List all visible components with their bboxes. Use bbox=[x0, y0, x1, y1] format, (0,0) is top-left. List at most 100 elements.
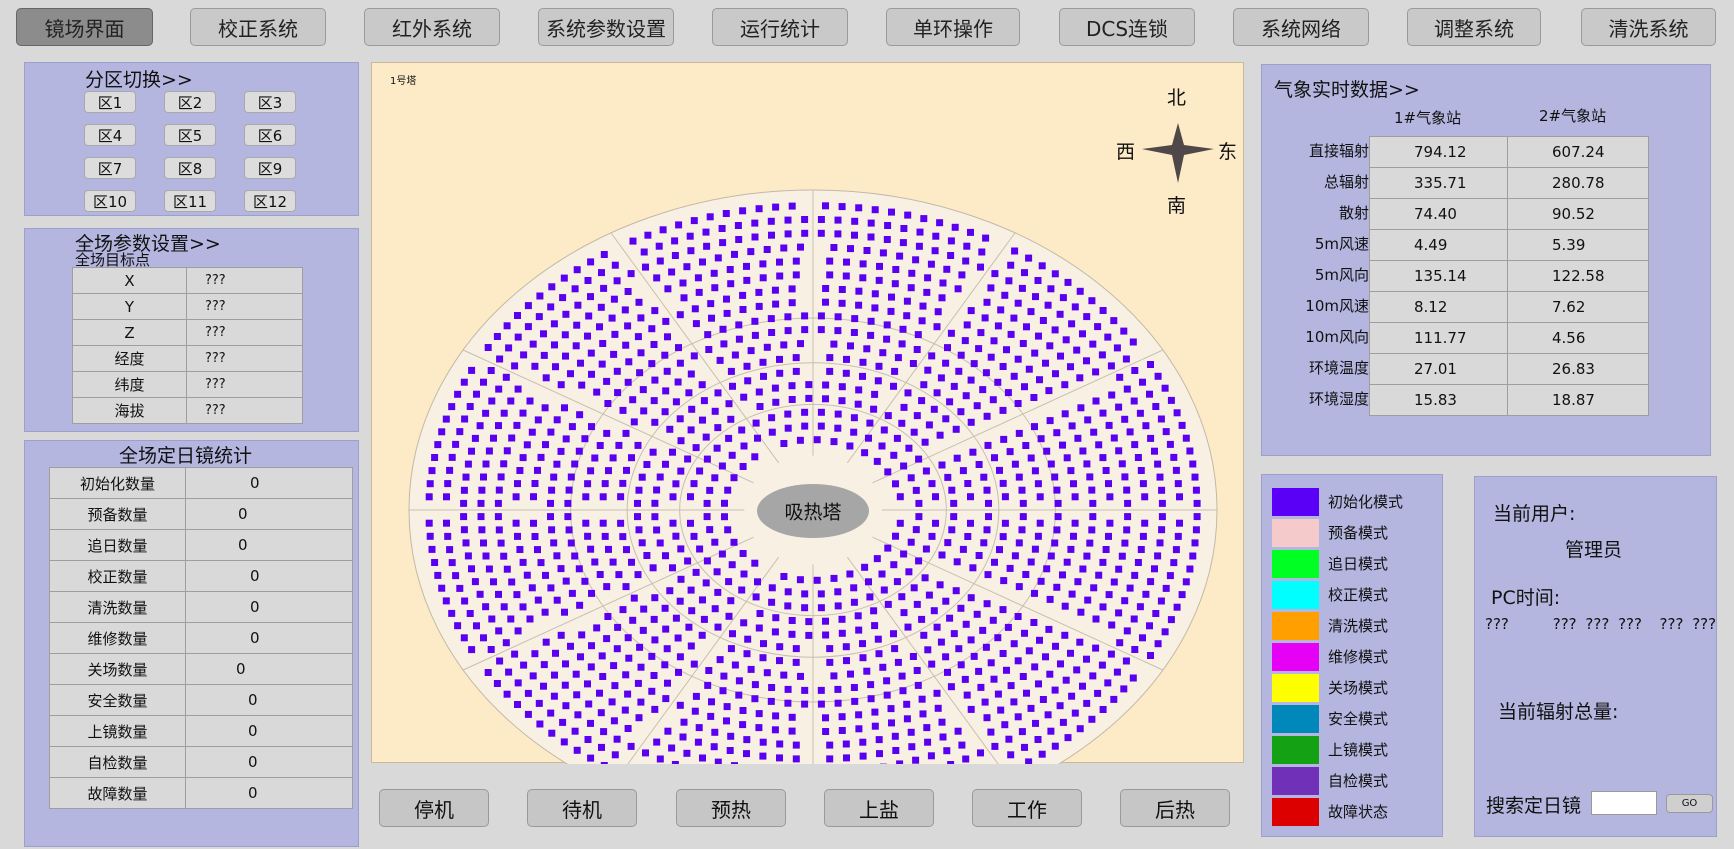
heliostat-mirror[interactable] bbox=[559, 294, 567, 302]
post-heat-button[interactable]: 后热 bbox=[1120, 789, 1230, 827]
heliostat-mirror[interactable] bbox=[952, 587, 960, 595]
heliostat-mirror[interactable] bbox=[888, 293, 895, 301]
heliostat-mirror[interactable] bbox=[822, 714, 829, 722]
heliostat-mirror[interactable] bbox=[644, 231, 652, 239]
heliostat-mirror[interactable] bbox=[867, 695, 875, 703]
heliostat-mirror[interactable] bbox=[524, 689, 532, 697]
heliostat-mirror[interactable] bbox=[1015, 473, 1023, 481]
heliostat-mirror[interactable] bbox=[780, 671, 788, 679]
heliostat-mirror[interactable] bbox=[568, 589, 576, 597]
heliostat-mirror[interactable] bbox=[738, 426, 746, 434]
heliostat-mirror[interactable] bbox=[696, 467, 704, 475]
heliostat-mirror[interactable] bbox=[672, 614, 680, 622]
heliostat-mirror[interactable] bbox=[1115, 403, 1123, 411]
heliostat-mirror[interactable] bbox=[975, 667, 983, 675]
heliostat-mirror[interactable] bbox=[752, 419, 760, 427]
heliostat-mirror[interactable] bbox=[767, 217, 775, 225]
heliostat-mirror[interactable] bbox=[711, 538, 719, 546]
heliostat-mirror[interactable] bbox=[672, 398, 680, 406]
heliostat-mirror[interactable] bbox=[1031, 467, 1039, 475]
heliostat-mirror[interactable] bbox=[495, 385, 503, 393]
heliostat-mirror[interactable] bbox=[817, 604, 825, 612]
heliostat-mirror[interactable] bbox=[754, 434, 761, 442]
heliostat-mirror[interactable] bbox=[640, 248, 648, 256]
heliostat-mirror[interactable] bbox=[1051, 270, 1059, 278]
heliostat-mirror[interactable] bbox=[720, 672, 728, 680]
heliostat-mirror[interactable] bbox=[1146, 622, 1153, 630]
heliostat-mirror[interactable] bbox=[1084, 596, 1092, 604]
heliostat-mirror[interactable] bbox=[617, 493, 625, 501]
heliostat-mirror[interactable] bbox=[443, 493, 450, 501]
heliostat-mirror[interactable] bbox=[711, 407, 719, 415]
heliostat-mirror[interactable] bbox=[716, 356, 724, 364]
heliostat-mirror[interactable] bbox=[428, 545, 436, 553]
heliostat-mirror[interactable] bbox=[677, 467, 685, 475]
heliostat-mirror[interactable] bbox=[692, 692, 700, 700]
heliostat-mirror[interactable] bbox=[772, 300, 780, 308]
heliostat-mirror[interactable] bbox=[523, 571, 531, 579]
heliostat-mirror[interactable] bbox=[507, 615, 515, 623]
heliostat-mirror[interactable] bbox=[601, 480, 609, 488]
heliostat-mirror[interactable] bbox=[942, 415, 950, 423]
heliostat-mirror[interactable] bbox=[1032, 293, 1039, 301]
heliostat-mirror[interactable] bbox=[788, 382, 796, 390]
heliostat-mirror[interactable] bbox=[611, 330, 619, 338]
heliostat-mirror[interactable] bbox=[690, 660, 698, 668]
heliostat-mirror[interactable] bbox=[1011, 460, 1019, 468]
heliostat-mirror[interactable] bbox=[963, 691, 971, 699]
heliostat-mirror[interactable] bbox=[834, 327, 842, 335]
heliostat-mirror[interactable] bbox=[979, 626, 987, 634]
heliostat-mirror[interactable] bbox=[755, 302, 763, 310]
heliostat-mirror[interactable] bbox=[1174, 532, 1182, 540]
heliostat-mirror[interactable] bbox=[687, 586, 695, 594]
heliostat-mirror[interactable] bbox=[776, 355, 783, 363]
heliostat-mirror[interactable] bbox=[1010, 698, 1018, 706]
heliostat-mirror[interactable] bbox=[1141, 519, 1149, 527]
heliostat-mirror[interactable] bbox=[624, 288, 632, 295]
heliostat-mirror[interactable] bbox=[983, 526, 991, 534]
heliostat-mirror[interactable] bbox=[468, 565, 475, 573]
heliostat-mirror[interactable] bbox=[588, 642, 595, 650]
heliostat-mirror[interactable] bbox=[843, 355, 850, 363]
heliostat-mirror[interactable] bbox=[890, 630, 897, 638]
heliostat-mirror[interactable] bbox=[871, 390, 879, 398]
heliostat-mirror[interactable] bbox=[843, 258, 850, 266]
heliostat-mirror[interactable] bbox=[651, 513, 659, 521]
heliostat-mirror[interactable] bbox=[534, 466, 541, 474]
heliostat-mirror[interactable] bbox=[1189, 460, 1197, 468]
heliostat-mirror[interactable] bbox=[653, 526, 661, 534]
heliostat-mirror[interactable] bbox=[938, 551, 946, 559]
heliostat-mirror[interactable] bbox=[692, 320, 700, 328]
heliostat-mirror[interactable] bbox=[610, 717, 618, 725]
heliostat-mirror[interactable] bbox=[1167, 616, 1175, 624]
heliostat-mirror[interactable] bbox=[1122, 355, 1130, 363]
heliostat-mirror[interactable] bbox=[928, 480, 936, 488]
heliostat-mirror[interactable] bbox=[1107, 362, 1115, 370]
heliostat-mirror[interactable] bbox=[739, 291, 747, 299]
heliostat-mirror[interactable] bbox=[1116, 639, 1124, 647]
heliostat-mirror[interactable] bbox=[1134, 454, 1142, 461]
heliostat-mirror[interactable] bbox=[1083, 357, 1090, 365]
heliostat-mirror[interactable] bbox=[687, 247, 695, 255]
heliostat-mirror[interactable] bbox=[1007, 330, 1015, 338]
heliostat-mirror[interactable] bbox=[557, 631, 565, 639]
heliostat-mirror[interactable] bbox=[1042, 359, 1049, 367]
heliostat-mirror[interactable] bbox=[531, 480, 539, 487]
heliostat-mirror[interactable] bbox=[526, 615, 534, 623]
heliostat-mirror[interactable] bbox=[613, 367, 621, 375]
heliostat-mirror[interactable] bbox=[1023, 689, 1030, 697]
heliostat-mirror[interactable] bbox=[751, 559, 759, 567]
heliostat-mirror[interactable] bbox=[923, 724, 931, 732]
heliostat-mirror[interactable] bbox=[661, 604, 669, 612]
heliostat-mirror[interactable] bbox=[1137, 546, 1145, 553]
heliostat-mirror[interactable] bbox=[892, 532, 899, 540]
heliostat-mirror[interactable] bbox=[1025, 254, 1033, 262]
heliostat-mirror[interactable] bbox=[1053, 526, 1061, 534]
heliostat-mirror[interactable] bbox=[476, 422, 484, 430]
heliostat-mirror[interactable] bbox=[619, 533, 627, 541]
heliostat-mirror[interactable] bbox=[705, 346, 713, 353]
zone-8-button[interactable]: 区8 bbox=[164, 157, 216, 179]
heliostat-mirror[interactable] bbox=[1083, 313, 1091, 321]
heliostat-mirror[interactable] bbox=[962, 392, 970, 400]
heliostat-mirror[interactable] bbox=[640, 407, 648, 415]
